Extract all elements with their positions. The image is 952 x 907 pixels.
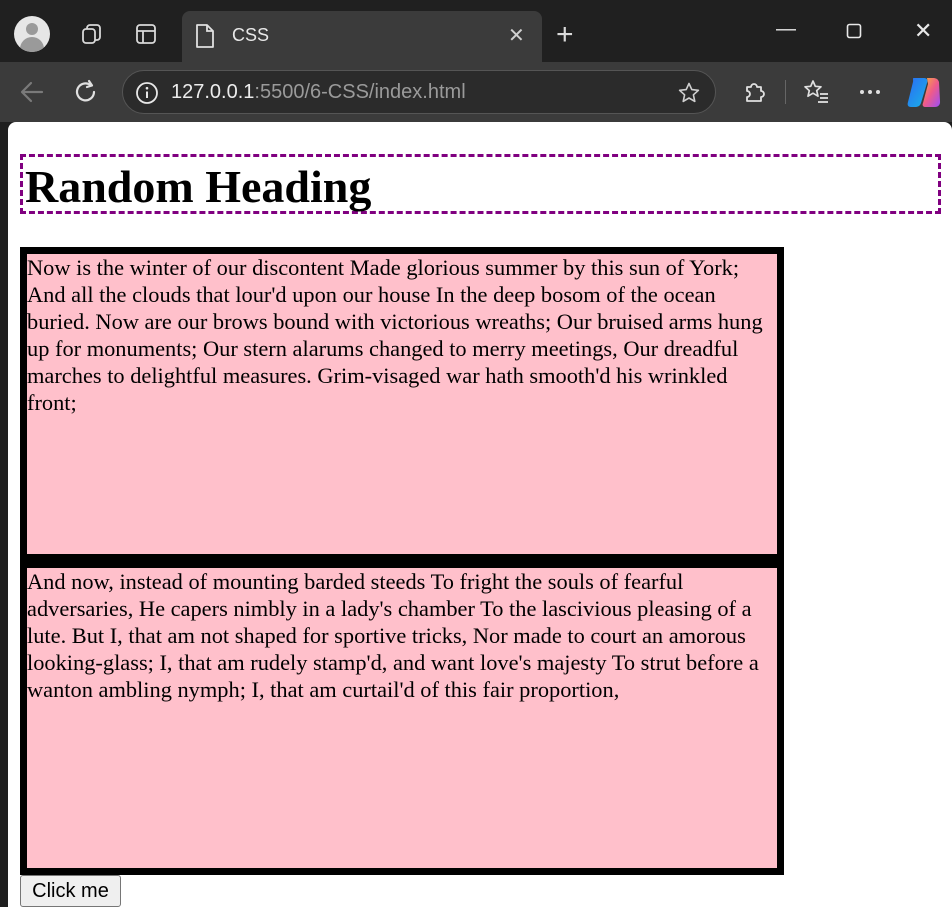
site-info-icon[interactable] [135, 81, 159, 105]
url-host: 127.0.0.1 [171, 81, 255, 103]
paragraph-box: Now is the winter of our discontent Made… [20, 247, 784, 561]
heading-container: Random Heading [20, 154, 941, 214]
tab-strip: CSS ✕ + — ✕ [0, 0, 952, 62]
new-tab-icon[interactable]: + [556, 20, 574, 50]
copilot-icon[interactable] [906, 75, 942, 109]
minimize-icon[interactable]: — [776, 18, 796, 41]
tab-title: CSS [232, 25, 270, 45]
refresh-icon[interactable] [72, 78, 100, 106]
vertical-tabs-icon[interactable] [134, 22, 158, 46]
maximize-icon[interactable] [846, 23, 862, 39]
click-me-button[interactable]: Click me [20, 875, 121, 907]
url-text: 127.0.0.1:5500/6-CSS/index.html [171, 81, 466, 104]
browser-toolbar: 127.0.0.1:5500/6-CSS/index.html [0, 62, 952, 122]
page-viewport: Random Heading Now is the winter of our … [8, 122, 952, 907]
active-tab[interactable]: CSS ✕ [182, 11, 542, 62]
extensions-icon[interactable] [742, 78, 768, 104]
window-close-icon[interactable]: ✕ [914, 18, 932, 44]
favorite-star-icon[interactable] [677, 81, 701, 105]
more-icon[interactable] [856, 78, 884, 106]
profile-avatar-icon[interactable] [14, 16, 50, 52]
paragraph-box: And now, instead of mounting barded stee… [20, 561, 784, 875]
close-icon[interactable]: ✕ [508, 26, 525, 46]
toolbar-separator [785, 80, 786, 104]
favorites-icon[interactable] [802, 78, 830, 106]
document-icon [196, 24, 214, 48]
url-path: :5500/6-CSS/index.html [254, 81, 466, 103]
workspaces-icon[interactable] [80, 22, 104, 46]
address-bar[interactable]: 127.0.0.1:5500/6-CSS/index.html [122, 70, 716, 114]
page-heading: Random Heading [25, 161, 372, 212]
back-icon[interactable] [18, 78, 46, 106]
